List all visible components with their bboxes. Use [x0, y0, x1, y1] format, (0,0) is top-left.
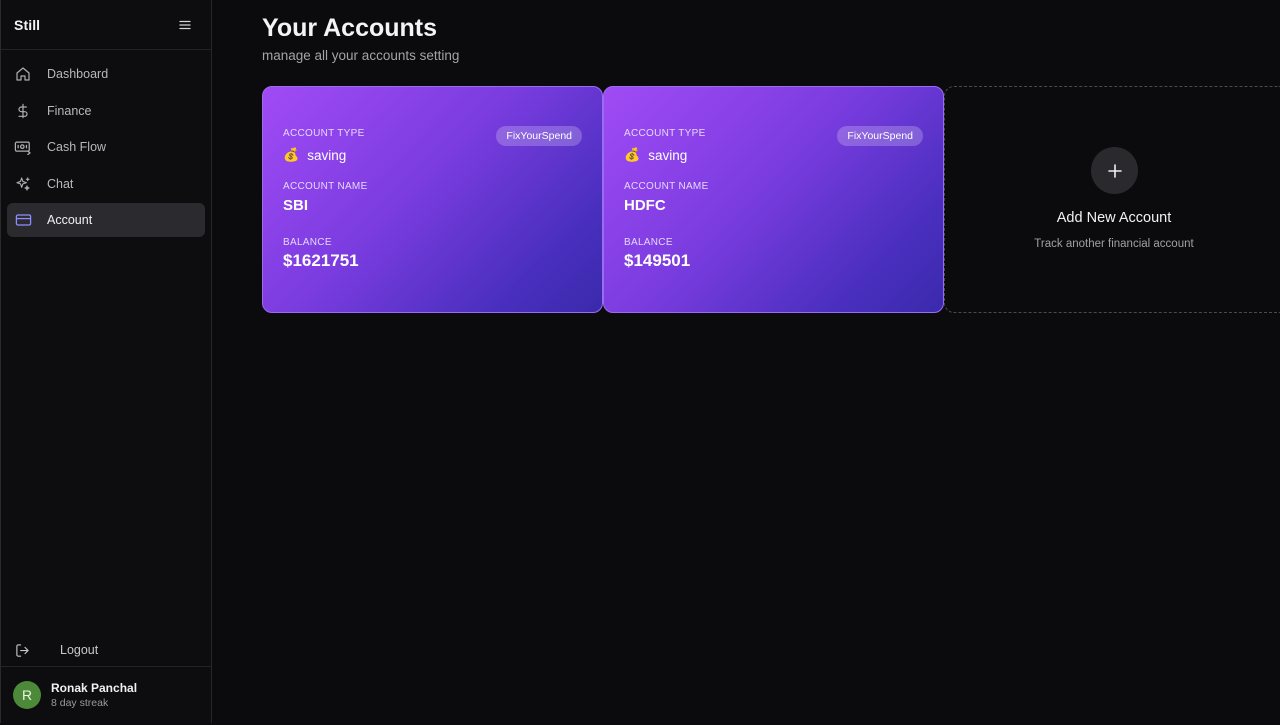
add-account-button[interactable] — [1091, 147, 1138, 194]
sidebar-item-label: Dashboard — [47, 67, 109, 81]
add-account-title: Add New Account — [1056, 210, 1172, 226]
logout-button[interactable]: Logout — [1, 636, 212, 664]
account-type-value: saving — [307, 147, 347, 163]
account-type-label: Account Type — [283, 128, 365, 139]
page-subtitle: manage all your accounts setting — [262, 48, 460, 63]
sidebar-item-cash-flow[interactable]: Cash Flow — [7, 130, 205, 164]
user-streak: 8 day streak — [51, 697, 109, 709]
user-profile[interactable]: R Ronak Panchal 8 day streak — [1, 666, 212, 723]
balance-label: Balance — [283, 237, 332, 248]
account-name-value: SBI — [283, 197, 309, 214]
sidebar-item-label: Account — [47, 213, 93, 228]
home-icon — [14, 65, 32, 83]
add-account-subtitle: Track another financial account — [1034, 238, 1194, 250]
sidebar-item-label: Finance — [47, 103, 92, 118]
account-type: 💰 saving — [283, 147, 346, 163]
add-account-card[interactable]: Add New Account Track another financial … — [944, 86, 1280, 313]
user-name: Ronak Panchal — [51, 681, 138, 695]
account-name-label: Account Name — [283, 181, 368, 192]
sidebar-item-label: Cash Flow — [47, 140, 107, 155]
account-type-value: saving — [648, 147, 688, 163]
money-bag-icon: 💰 — [283, 147, 300, 162]
sidebar-item-label: Chat — [47, 176, 74, 191]
account-type-label: Account Type — [624, 128, 706, 139]
user-info: Ronak Panchal 8 day streak — [51, 681, 137, 709]
money-bag-icon: 💰 — [624, 147, 641, 162]
account-card[interactable]: Account Type FixYourSpend 💰 saving Accou… — [262, 86, 603, 313]
sparkles-icon — [14, 175, 32, 193]
sidebar-item-chat[interactable]: Chat — [7, 167, 205, 201]
sidebar-header: Still — [1, 0, 211, 50]
sidebar-nav: Dashboard Finance Cash Flow Chat Account — [1, 50, 211, 238]
balance-label: Balance — [624, 237, 673, 248]
sidebar-item-finance[interactable]: Finance — [7, 94, 205, 128]
plus-icon — [1107, 163, 1122, 178]
logout-label: Logout — [60, 643, 99, 657]
account-badge: FixYourSpend — [837, 126, 923, 146]
page-title: Your Accounts — [262, 14, 438, 42]
account-badge: FixYourSpend — [496, 126, 582, 146]
credit-card-icon — [14, 211, 32, 229]
account-card[interactable]: Account Type FixYourSpend 💰 saving Accou… — [603, 86, 944, 313]
account-name-value: HDFC — [624, 197, 666, 214]
menu-icon[interactable] — [177, 17, 193, 33]
balance-value: $1621751 — [283, 251, 359, 270]
cash-flow-icon — [14, 138, 32, 156]
sidebar-item-account[interactable]: Account — [7, 203, 205, 238]
app-logo[interactable]: Still — [14, 17, 40, 33]
sidebar-item-dashboard[interactable]: Dashboard — [7, 57, 205, 91]
logout-icon — [13, 641, 31, 659]
account-name-label: Account Name — [624, 181, 709, 192]
balance-value: $149501 — [624, 251, 691, 270]
account-type: 💰 saving — [624, 147, 687, 163]
dollar-icon — [14, 102, 32, 120]
avatar: R — [13, 681, 41, 709]
sidebar: Still Dashboard Finance Cash Flow Chat A… — [0, 0, 212, 723]
